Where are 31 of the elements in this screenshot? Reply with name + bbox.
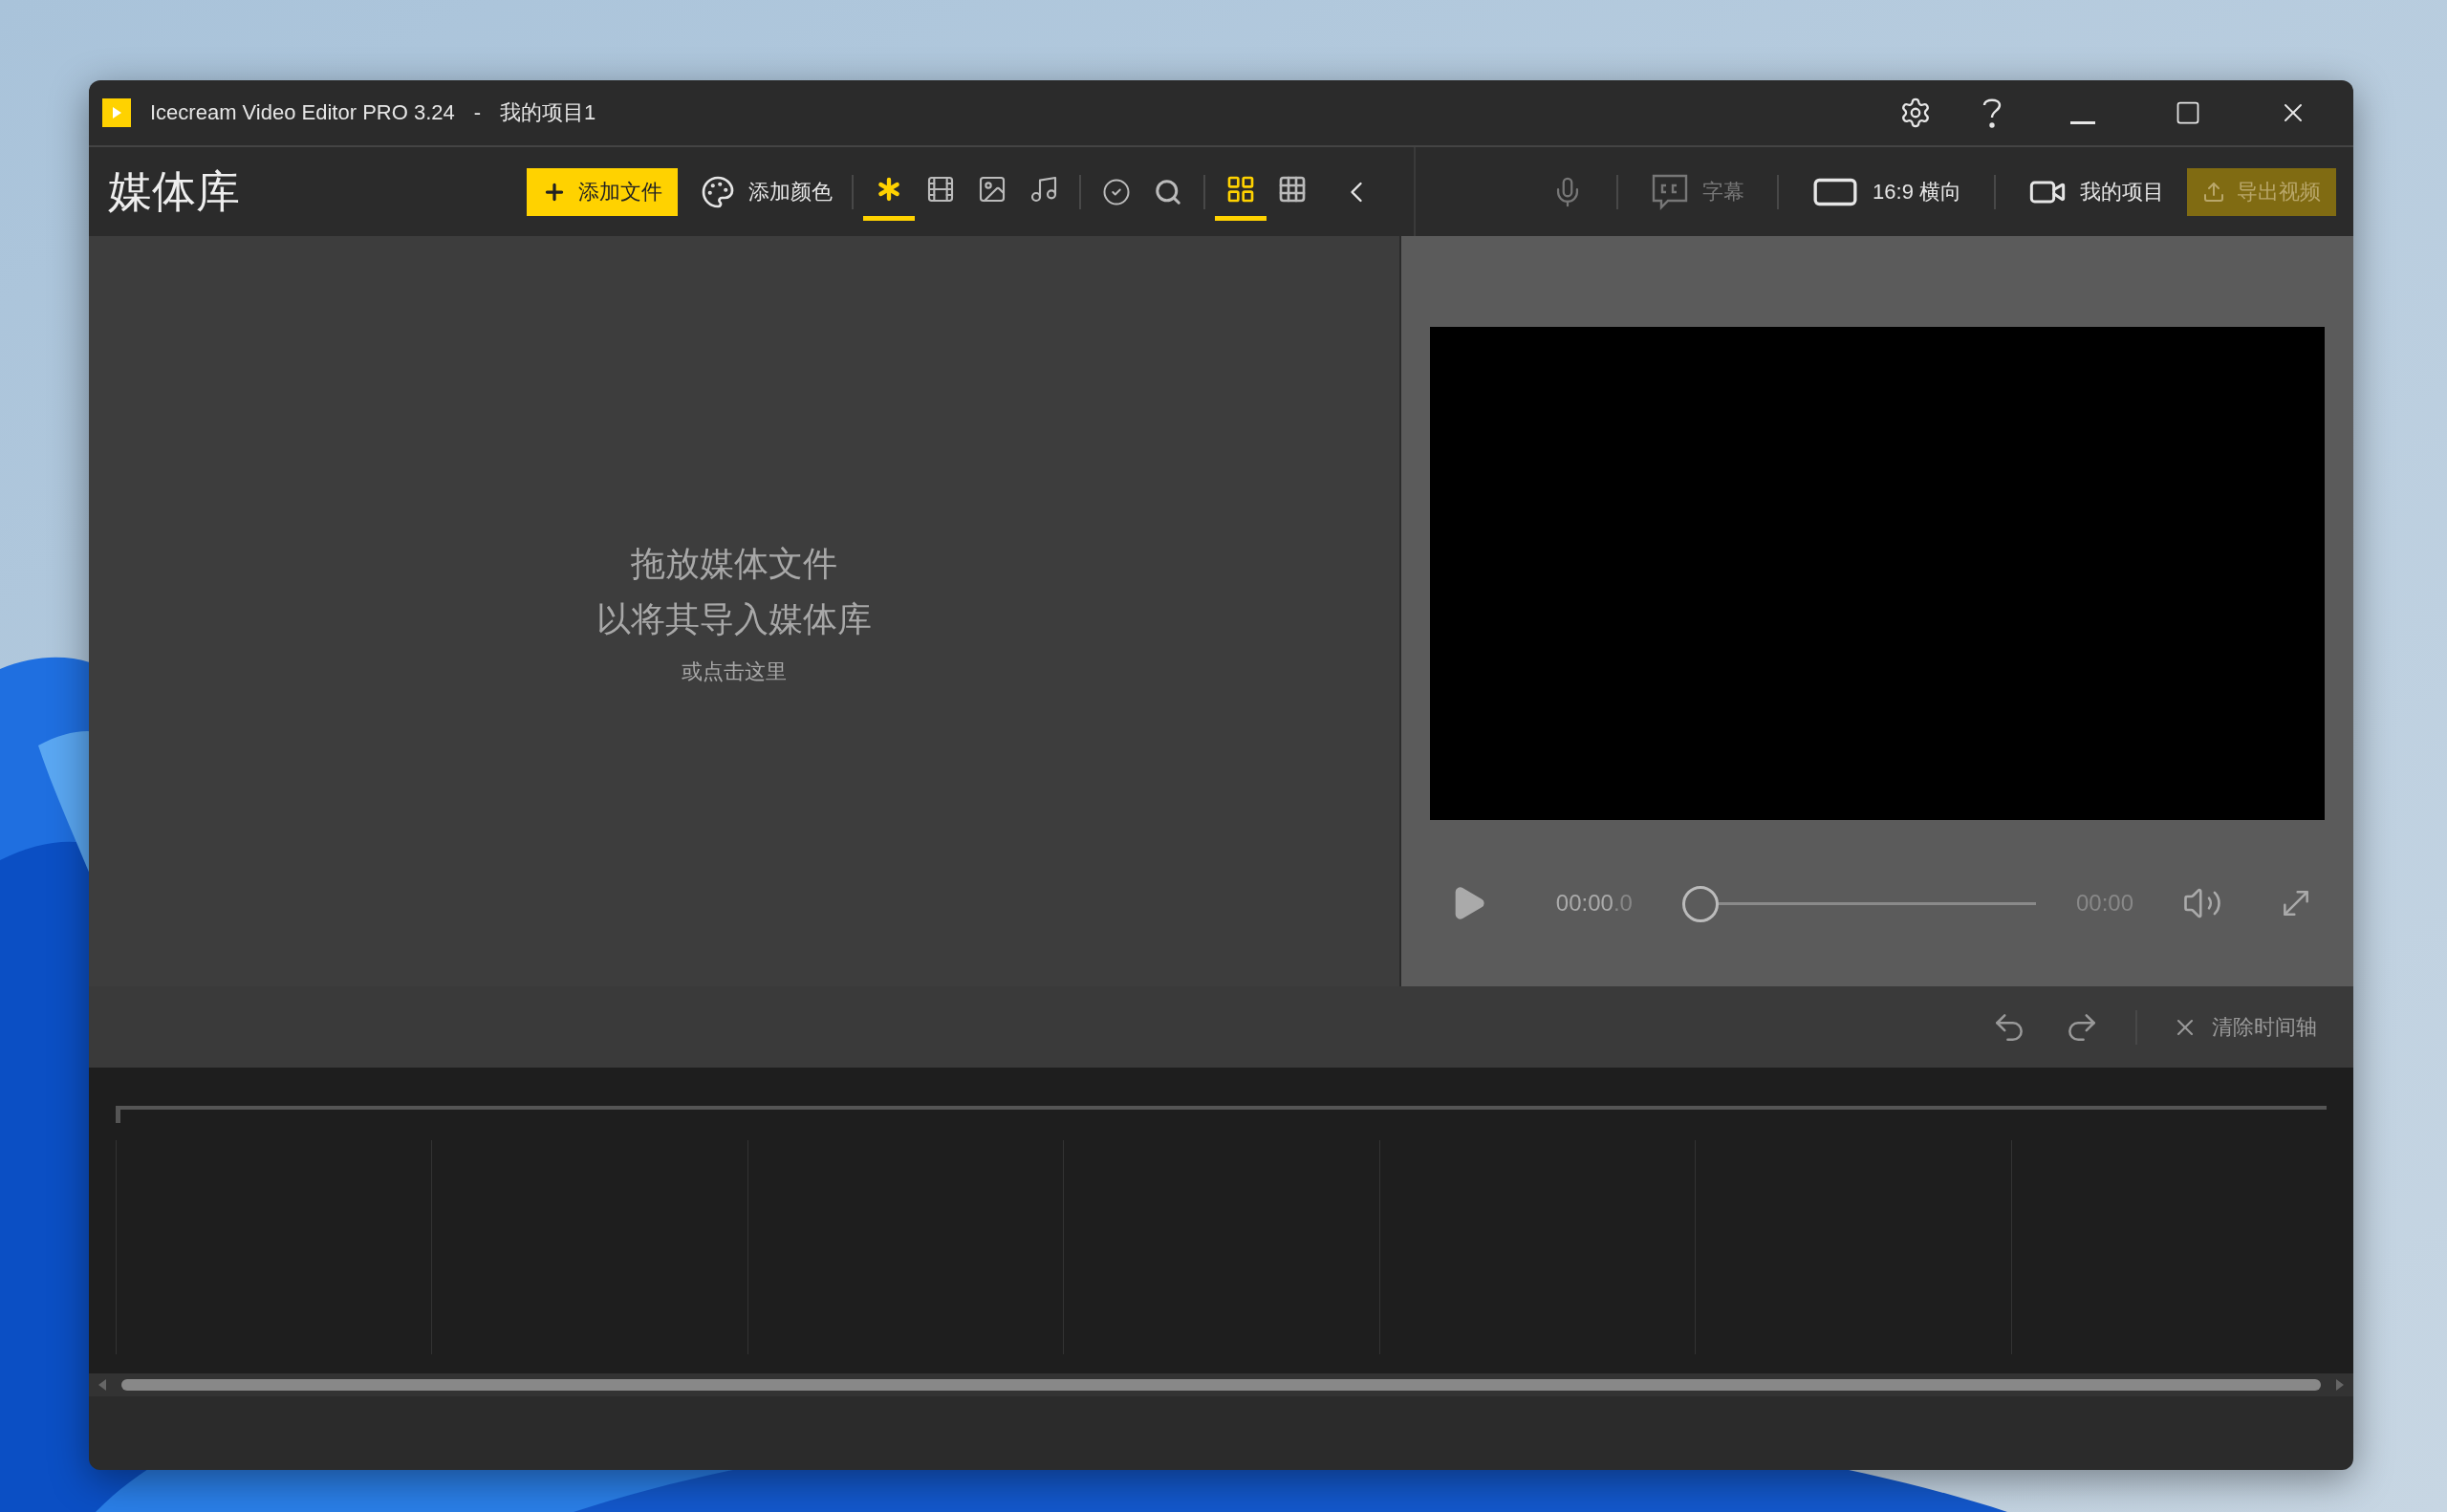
drop-hint-subtitle: 以将其导入媒体库	[596, 597, 873, 640]
drop-hint-title: 拖放媒体文件	[631, 542, 838, 585]
click-here-link[interactable]: 或点击这里	[682, 657, 788, 686]
gear-icon	[1899, 97, 1932, 129]
film-icon	[925, 174, 956, 205]
my-projects-button[interactable]: 我的项目	[2019, 167, 2174, 216]
project-name: 我的项目1	[500, 99, 596, 126]
add-file-button[interactable]: 添加文件	[527, 167, 678, 216]
title-separator: -	[473, 100, 482, 125]
aspect-ratio-button[interactable]: 16:9 横向	[1802, 167, 1971, 216]
small-grid-icon	[1277, 174, 1308, 205]
captions-icon	[1651, 172, 1690, 211]
palette-icon	[701, 174, 735, 209]
seek-thumb[interactable]	[1681, 886, 1719, 922]
window-title: Icecream Video Editor PRO 3.24	[150, 100, 455, 125]
upload-icon	[2202, 180, 2225, 204]
clear-timeline-button[interactable]: 清除时间轴	[2162, 1003, 2327, 1051]
search-icon	[1154, 177, 1182, 206]
large-grid-icon	[1225, 174, 1256, 205]
minimize-icon	[2070, 120, 2095, 124]
media-library-title: 媒体库	[108, 164, 240, 218]
circle-check-icon	[1102, 177, 1131, 206]
seek-slider[interactable]	[1681, 884, 2036, 922]
horizontal-scrollbar[interactable]	[89, 1373, 2353, 1396]
maximize-icon	[2175, 99, 2201, 126]
add-color-button[interactable]: 添加颜色	[691, 167, 842, 216]
music-note-icon	[1029, 174, 1059, 205]
app-logo-icon	[102, 98, 131, 127]
image-icon	[977, 174, 1007, 205]
current-time: 00:00	[1555, 890, 1613, 917]
question-mark-icon	[1981, 97, 2003, 129]
